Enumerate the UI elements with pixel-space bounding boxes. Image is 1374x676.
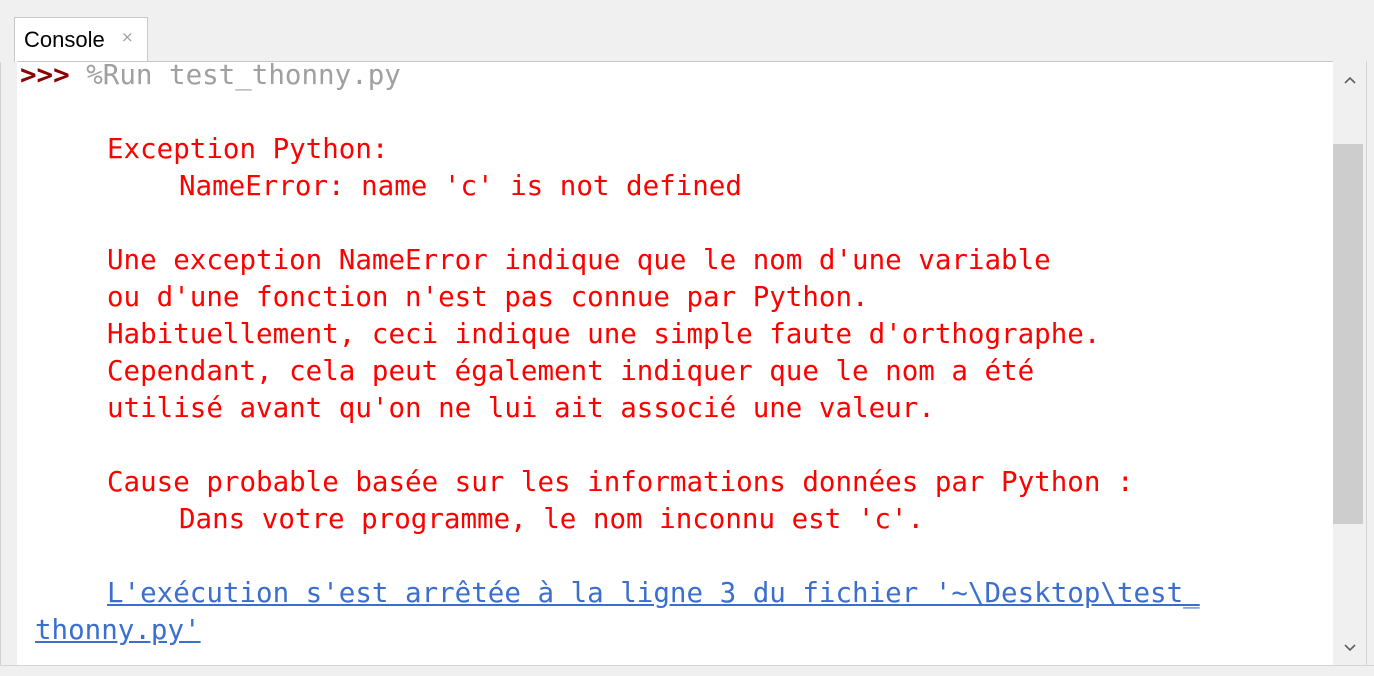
chevron-down-icon[interactable] [1333,635,1366,661]
error-line: Cependant, cela peut également indiquer … [107,355,1035,387]
console-output[interactable]: >>> %Run test_thonny.py Exception Python… [17,59,1333,665]
prompt-line: >>> %Run test_thonny.py [20,57,401,94]
scrollbar-thumb[interactable] [1333,144,1363,524]
error-line: Cause probable basée sur les information… [107,466,1134,498]
tab-label: Console [24,27,105,52]
error-line: Dans votre programme, le nom inconnu est… [179,503,925,535]
error-line: utilisé avant qu'on ne lui ait associé u… [107,392,935,424]
prompt-symbol: >>> [20,59,70,91]
error-location-link[interactable]: L'exécution s'est arrêtée à la ligne 3 d… [107,575,1200,612]
error-line: Habituellement, ceci indique une simple … [107,318,1101,350]
window-edge [1366,61,1374,665]
run-command: %Run test_thonny.py [86,59,401,91]
window-bottom-edge [0,665,1374,676]
error-line: Une exception NameError indique que le n… [107,244,1051,276]
close-icon[interactable]: × [121,27,134,47]
chevron-up-icon[interactable] [1333,67,1366,93]
error-line: Exception Python: [107,133,389,165]
error-location-link-continued[interactable]: thonny.py' [35,612,201,649]
error-line: ou d'une fonction n'est pas connue par P… [107,281,869,313]
tab-strip: Console × [0,0,1374,62]
tab-console[interactable]: Console × [14,17,148,62]
error-line: NameError: name 'c' is not defined [179,170,742,202]
vertical-scrollbar[interactable] [1333,61,1366,665]
